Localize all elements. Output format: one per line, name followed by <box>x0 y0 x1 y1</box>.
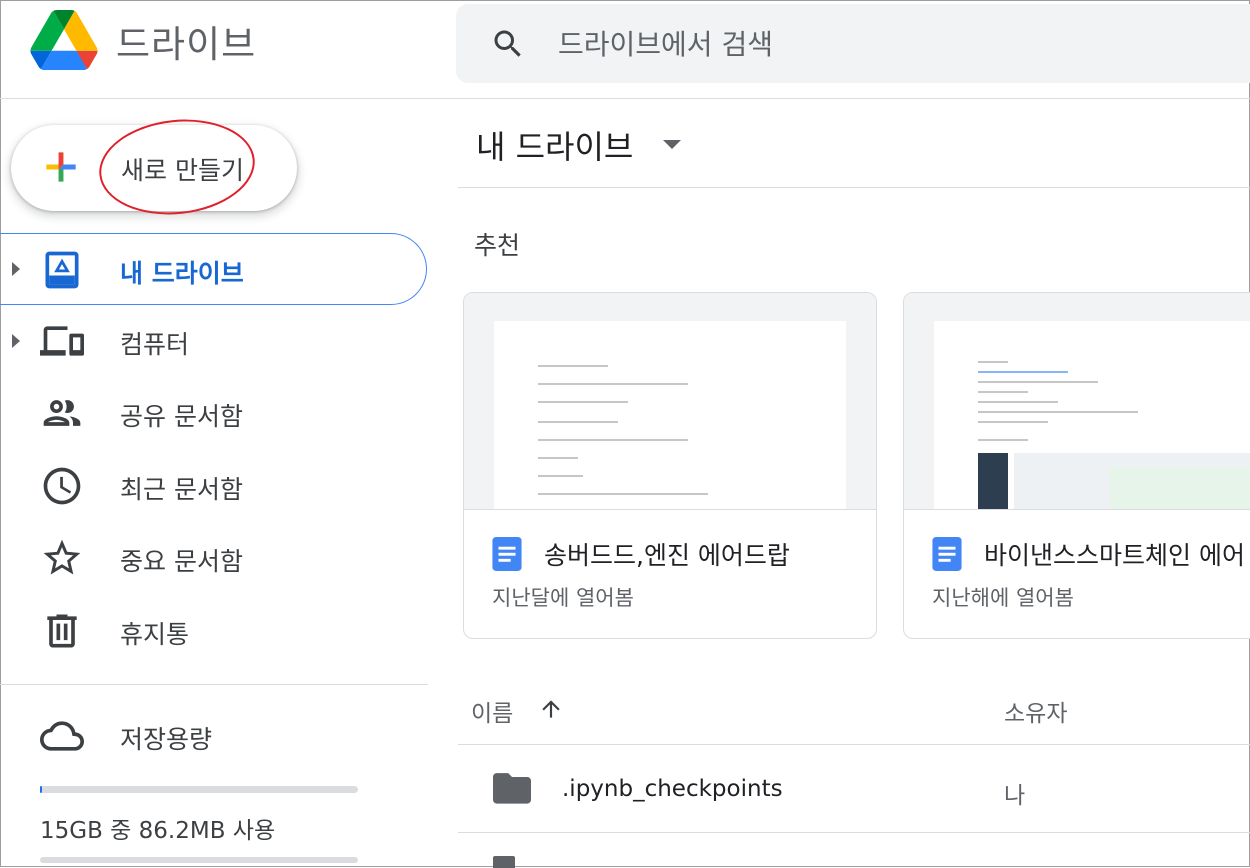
search-bar[interactable] <box>456 4 1250 83</box>
computer-icon <box>40 326 84 356</box>
folder-icon <box>493 773 531 804</box>
clock-icon <box>43 467 81 505</box>
card-subtitle: 지난해에 열어봄 <box>932 586 1074 610</box>
card-title: 송버드드,엔진 에어드랍 <box>544 541 790 570</box>
sidebar-item-label: 공유 문서함 <box>120 402 243 431</box>
sidebar-item-label: 내 드라이브 <box>120 259 244 288</box>
google-docs-icon <box>932 537 962 571</box>
sidebar-item-storage[interactable]: 저장용량 <box>0 700 428 772</box>
sidebar-item-label: 휴지통 <box>120 620 190 649</box>
trash-icon <box>47 614 77 648</box>
page-title[interactable]: 내 드라이브 <box>476 122 633 168</box>
dropdown-caret-icon[interactable] <box>663 140 681 149</box>
sidebar-item-label: 중요 문서함 <box>120 547 243 576</box>
suggested-section-label: 추천 <box>474 231 521 260</box>
document-preview <box>934 321 1250 509</box>
sort-ascending-icon[interactable] <box>538 696 564 722</box>
card-title: 바이낸스스마트체인 에어 <box>984 541 1245 570</box>
sidebar-item-label: 저장용량 <box>120 725 213 754</box>
search-icon[interactable] <box>490 26 526 62</box>
column-header-owner[interactable]: 소유자 <box>1004 694 1067 728</box>
sidebar-divider <box>0 684 428 685</box>
sidebar-item-label: 최근 문서함 <box>120 475 243 504</box>
sidebar-item-computers[interactable]: 컴퓨터 <box>0 305 428 377</box>
expand-caret-icon[interactable] <box>12 262 20 276</box>
sidebar-item-trash[interactable]: 휴지통 <box>0 595 428 667</box>
sidebar-item-shared[interactable]: 공유 문서함 <box>0 377 428 449</box>
people-icon <box>43 400 81 426</box>
star-icon <box>43 539 81 575</box>
drive-logo-icon[interactable] <box>30 10 98 70</box>
suggested-file-card[interactable]: 바이낸스스마트체인 에어 지난해에 열어봄 <box>903 292 1250 639</box>
card-subtitle: 지난달에 열어봄 <box>492 586 634 610</box>
search-input[interactable] <box>556 22 1160 66</box>
google-docs-icon <box>492 537 522 571</box>
file-owner: 나 <box>1004 783 1026 809</box>
plus-icon <box>46 152 76 182</box>
storage-bar <box>40 786 358 793</box>
header-divider <box>0 98 1250 99</box>
sidebar-item-starred[interactable]: 중요 문서함 <box>0 522 428 594</box>
folder-icon <box>493 856 515 868</box>
suggested-file-card[interactable]: 송버드드,엔진 에어드랍 지난달에 열어봄 <box>463 292 877 639</box>
storage-bar-fill <box>40 786 42 793</box>
sidebar-item-my-drive[interactable]: 내 드라이브 <box>0 233 427 305</box>
main-divider <box>458 187 1250 188</box>
sidebar-item-label: 컴퓨터 <box>120 330 190 359</box>
card-thumbnail <box>904 293 1250 510</box>
column-header-name[interactable]: 이름 <box>471 694 513 728</box>
storage-usage-text: 15GB 중 86.2MB 사용 <box>40 818 276 844</box>
sidebar-item-recent[interactable]: 최근 문서함 <box>0 450 428 522</box>
row-divider <box>458 832 1250 833</box>
drive-icon <box>45 251 79 289</box>
card-thumbnail <box>464 293 876 510</box>
cloud-icon <box>40 721 84 751</box>
document-preview <box>494 321 846 509</box>
app-title: 드라이브 <box>116 23 257 66</box>
expand-caret-icon[interactable] <box>12 334 20 348</box>
file-name: .ipynb_checkpoints <box>562 776 783 802</box>
buy-storage-button-edge[interactable] <box>40 857 358 863</box>
list-header-divider <box>458 744 1250 745</box>
